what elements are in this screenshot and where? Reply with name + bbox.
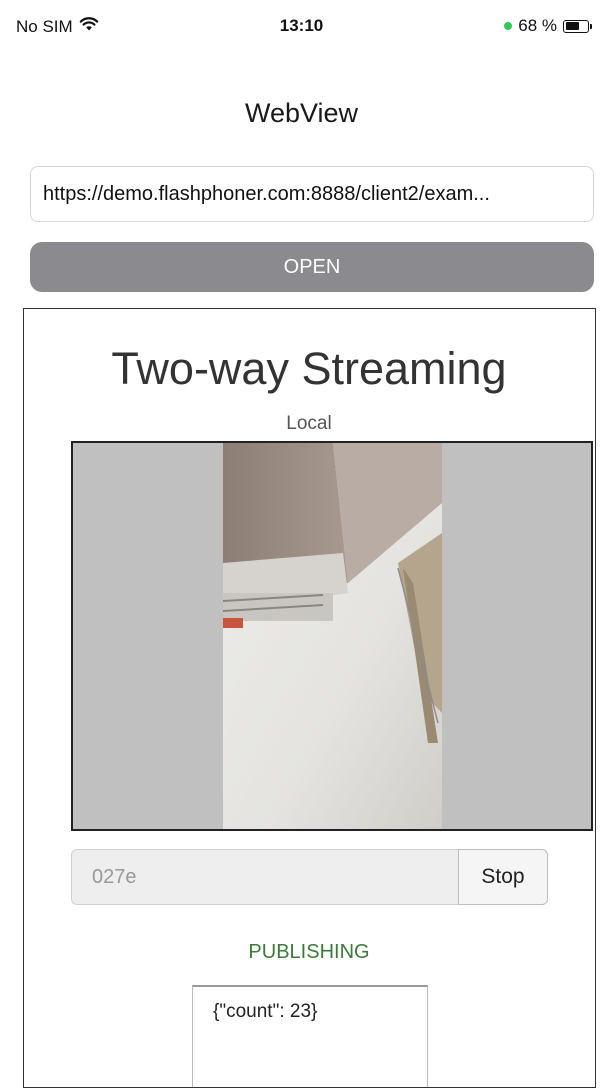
local-video [71,441,593,831]
open-button[interactable]: OPEN [30,242,594,292]
indicator-dot [504,22,513,30]
battery-area: 68 % [504,16,592,36]
webpage-title: Two-way Streaming [111,343,507,394]
page-title: WebView [244,98,359,128]
local-video-label: Local [286,413,332,434]
url-input[interactable]: https://demo.flashphoner.com:8888/client… [30,166,594,222]
battery-icon [563,19,592,33]
battery-percent: 68 % [518,16,557,35]
status-bar: No SIM 13:10 68 % [0,0,603,40]
webview-frame: Two-way Streaming Local 027e Stop PUBLIS… [23,308,596,1088]
camera-preview-image [223,443,442,829]
stop-button[interactable]: Stop [458,849,548,905]
publish-status: PUBLISHING [248,941,370,963]
stream-name-input[interactable]: 027e [71,849,459,905]
